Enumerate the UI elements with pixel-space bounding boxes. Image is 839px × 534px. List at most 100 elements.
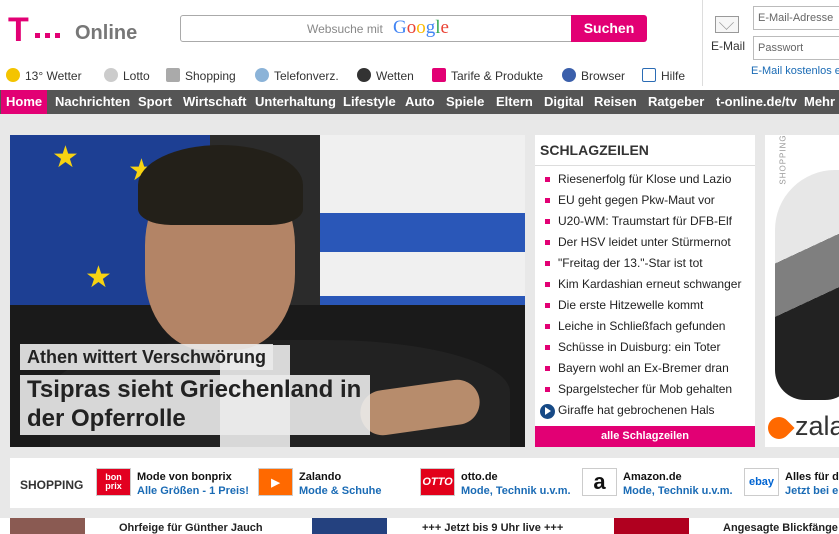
headline-item[interactable]: Die erste Hitzewelle kommt <box>545 295 750 316</box>
page: T Online Websuche mit Google Suchen E-Ma… <box>0 0 839 534</box>
hero-headline[interactable]: Tsipras sieht Griechenland in der Opferr… <box>20 375 370 435</box>
headline-item[interactable]: Der HSV leidet unter Stürmernot <box>545 232 750 253</box>
headline-item[interactable]: EU geht gegen Pkw-Maut vor <box>545 190 750 211</box>
shop-description[interactable]: Jetzt bei e <box>785 485 838 497</box>
nav-digital[interactable]: Digital <box>544 90 584 114</box>
shopping-title: SHOPPING <box>20 478 84 492</box>
logo-dots <box>35 25 65 43</box>
bottom-teaser-title[interactable]: Ohrfeige für Günther Jauch <box>119 522 263 534</box>
nav-economy[interactable]: Wirtschaft <box>183 90 246 114</box>
bonprix-logo[interactable]: bon prix <box>96 468 131 496</box>
shoe-image <box>775 170 839 400</box>
teaser-thumbnail[interactable] <box>10 518 85 534</box>
zalando-logo[interactable]: ▶ <box>258 468 293 496</box>
headline-item[interactable]: Kim Kardashian erneut schwanger <box>545 274 750 295</box>
t-online-logo[interactable]: T Online <box>8 13 138 49</box>
divider <box>535 165 755 166</box>
nav-news[interactable]: Nachrichten <box>55 90 130 114</box>
soccer-ball-icon <box>357 68 371 82</box>
shop-description[interactable]: Mode, Technik u.v.m. <box>461 485 571 497</box>
headline-item[interactable]: Leiche in Schließfach gefunden <box>545 316 750 337</box>
phonebook-icon <box>255 68 269 82</box>
google-logo: Google <box>393 17 449 38</box>
phonebook-label: Telefonverz. <box>274 69 339 83</box>
lotto-icon <box>104 68 118 82</box>
nav-lifestyle[interactable]: Lifestyle <box>343 90 396 114</box>
nav-tv[interactable]: t-online.de/tv <box>716 90 797 114</box>
nav-parents[interactable]: Eltern <box>496 90 533 114</box>
shopping-ad[interactable]: SHOPPING zala <box>765 135 839 447</box>
logo-online-text: Online <box>75 22 138 44</box>
shop-name[interactable]: Alles für d <box>785 471 839 483</box>
email-field[interactable]: E-Mail-Adresse <box>753 6 839 30</box>
help-icon <box>642 68 656 82</box>
ebay-logo[interactable]: ebay <box>744 468 779 496</box>
browser-link[interactable]: Browser <box>562 68 625 83</box>
teaser-thumbnail[interactable] <box>614 518 689 534</box>
nav-games[interactable]: Spiele <box>446 90 484 114</box>
nav-sport[interactable]: Sport <box>138 90 172 114</box>
headlines-title: SCHLAGZEILEN <box>540 142 649 158</box>
betting-link[interactable]: Wetten <box>357 68 414 83</box>
zalando-ad-brand[interactable]: zala <box>765 405 839 445</box>
bottom-teaser-title[interactable]: +++ Jetzt bis 9 Uhr live +++ <box>422 522 563 534</box>
headline-item[interactable]: U20-WM: Traumstart für DFB-Elf <box>545 211 750 232</box>
shop-name[interactable]: Mode von bonprix <box>137 471 232 483</box>
video-headline-item[interactable]: Giraffe hat gebrochenen Hals <box>540 400 750 421</box>
nav-auto[interactable]: Auto <box>405 90 435 114</box>
bottom-teasers: Ohrfeige für Günther Jauch +++ Jetzt bis… <box>0 518 839 534</box>
shop-name[interactable]: otto.de <box>461 471 498 483</box>
header: T Online Websuche mit Google Suchen E-Ma… <box>0 0 839 90</box>
help-label: Hilfe <box>661 69 686 83</box>
password-field[interactable]: Passwort <box>753 36 839 60</box>
zalando-wordmark: zala <box>795 411 839 441</box>
phonebook-link[interactable]: Telefonverz. <box>255 68 339 83</box>
nav-guide[interactable]: Ratgeber <box>648 90 704 114</box>
shop-name[interactable]: Zalando <box>299 471 341 483</box>
search-input[interactable]: Websuche mit Google <box>180 15 572 42</box>
shop-description[interactable]: Mode & Schuhe <box>299 485 382 497</box>
headline-item[interactable]: Spargelstecher für Mob gehalten <box>545 379 750 400</box>
telekom-t-logo: T <box>8 11 29 49</box>
all-headlines-button[interactable]: alle Schlagzeilen <box>535 426 755 447</box>
nav-travel[interactable]: Reisen <box>594 90 637 114</box>
teaser-thumbnail[interactable] <box>312 518 387 534</box>
ad-label: SHOPPING <box>778 135 788 185</box>
tariff-icon <box>432 68 446 82</box>
email-login-panel: E-Mail E-Mail-Adresse Passwort E-Mail ko… <box>702 0 839 86</box>
hero-teaser[interactable]: ★ ★ ★ Athen wittert Verschwörung Tsipras… <box>10 135 525 447</box>
nav-entertainment[interactable]: Unterhaltung <box>255 90 336 114</box>
hero-kicker[interactable]: Athen wittert Verschwörung <box>20 344 274 370</box>
search-placeholder: Websuche mit <box>307 22 383 36</box>
email-register-link[interactable]: E-Mail kostenlos e <box>751 65 839 77</box>
weather-label: 13° Wetter <box>25 69 82 83</box>
otto-logo[interactable]: OTTO <box>420 468 455 496</box>
help-link[interactable]: Hilfe <box>642 68 685 83</box>
shop-description[interactable]: Mode, Technik u.v.m. <box>623 485 733 497</box>
person-hair <box>138 145 303 225</box>
shopping-link[interactable]: Shopping <box>166 68 236 83</box>
mail-icon <box>715 16 739 33</box>
eu-star-icon: ★ <box>85 261 112 294</box>
headlines-box: SCHLAGZEILEN Riesenerfolg für Klose und … <box>535 135 755 447</box>
nav-home[interactable]: Home <box>1 90 48 114</box>
shop-name[interactable]: Amazon.de <box>623 471 682 483</box>
weather-link[interactable]: 13° Wetter <box>6 68 82 83</box>
search-button[interactable]: Suchen <box>571 15 647 42</box>
shopping-bar: SHOPPING bon prix Mode von bonprix Alle … <box>10 458 839 508</box>
main-navigation: Home Nachrichten Sport Wirtschaft Unterh… <box>0 90 839 114</box>
headline-item[interactable]: "Freitag der 13."-Star ist tot <box>545 253 750 274</box>
lotto-link[interactable]: Lotto <box>104 68 150 83</box>
amazon-logo[interactable]: a <box>582 468 617 496</box>
shop-description[interactable]: Alle Größen - 1 Preis! <box>137 485 249 497</box>
headline-item[interactable]: Riesenerfolg für Klose und Lazio <box>545 169 750 190</box>
headline-item[interactable]: Bayern wohl an Ex-Bremer dran <box>545 358 750 379</box>
nav-more[interactable]: Mehr <box>804 90 835 114</box>
shopping-cart-icon <box>166 68 180 82</box>
browser-label: Browser <box>581 69 626 83</box>
bottom-teaser-title[interactable]: Angesagte Blickfänge <box>723 522 838 534</box>
mail-label: E-Mail <box>711 39 746 53</box>
tariffs-link[interactable]: Tarife & Produkte <box>432 68 543 83</box>
headline-item[interactable]: Schüsse in Duisburg: ein Toter <box>545 337 750 358</box>
play-icon <box>545 407 551 415</box>
